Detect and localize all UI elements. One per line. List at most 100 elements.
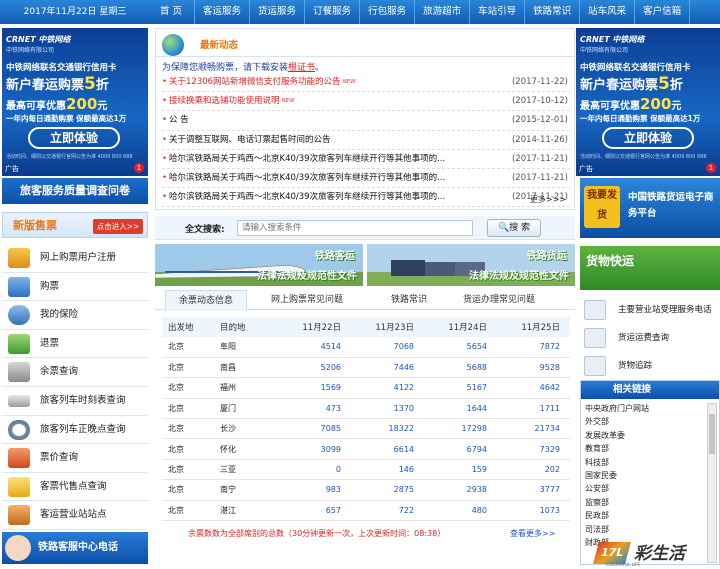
passenger-law-banner[interactable]: 铁路客运 法律法规及规范性文件 [155,244,363,286]
news-panel: 最新动态 为保障您顺畅购票，请下载安装根证书。 • 关于12306网站新增微信支付… [155,28,575,210]
shield-icon [8,305,30,326]
ad-line-2: 新户春运购票5折 [580,74,683,94]
link-item[interactable]: 发展改革委 [585,429,719,442]
table-row[interactable]: 北京 湛江 657 722 480 1073 [162,500,570,522]
ticket-icon [8,276,30,297]
ad-line-2: 新户春运购票5折 [6,74,109,94]
tab-railway-knowledge[interactable]: 铁路常识 [391,290,427,310]
train-icon [8,394,30,407]
menu-timetable[interactable]: 旅客列车时刻表查询 [2,387,148,416]
nav-freight-service[interactable]: 货运服务 [250,0,306,24]
news-list: • 关于12306网站新增微信支付服务功能的公告 NEW (2017-11-22) •… [162,73,570,208]
nav-travel-market[interactable]: 旅游超市 [415,0,471,24]
agent-avatar-icon [5,535,31,561]
freight-ecommerce-banner[interactable]: 我要发货 中国铁路货运电子商务平台 [580,178,720,238]
menu-freight-fee[interactable]: 货运运费查询 [580,324,720,352]
menu-refund[interactable]: 退票 [2,330,148,359]
ad-page-badge[interactable]: 1 [134,163,144,173]
ad-brand: CRNET 中铁网络 中铁网络有限公司 [6,35,71,54]
tab-online-faq[interactable]: 网上购票常见问题 [271,290,343,310]
ad-tag: 广告 [579,165,593,173]
nav-meal-service[interactable]: 订餐服务 [305,0,361,24]
menu-station-phones[interactable]: 主要营业站受理服务电话 [580,296,720,324]
freight-menu: 主要营业站受理服务电话 货运运费查询 货物追踪 [580,296,720,380]
nav-railway-knowledge[interactable]: 铁路常识 [525,0,581,24]
ad-line-3: 最高可享优惠200元 [580,95,682,113]
link-item[interactable]: 外交部 [585,415,719,428]
menu-cargo-tracking[interactable]: 货物追踪 [580,352,720,380]
menu-stations[interactable]: 客运营业站站点 [2,501,148,530]
nav-customer-mailbox[interactable]: 客户信箱 [635,0,691,24]
left-credit-card-ad[interactable]: CRNET 中铁网络 中铁网络有限公司 中铁网络联名交通银行信用卡 新户春运购票5… [2,28,148,176]
news-more-link[interactable]: 更多>>> [530,194,566,205]
nav-luggage-service[interactable]: 行包服务 [360,0,416,24]
menu-buy-ticket[interactable]: 购票 [2,273,148,302]
news-item[interactable]: • 关于12306网站新增微信支付服务功能的公告 NEW (2017-11-22) [162,73,570,93]
fare-icon [8,448,30,469]
news-item[interactable]: • 公 告 (2015-12-01) [162,111,570,131]
link-item[interactable]: 监察部 [585,496,719,509]
nav-station-guide[interactable]: 车站引导 [470,0,526,24]
survey-banner[interactable]: 旅客服务质量调查问卷 [2,178,148,204]
customer-hotline-banner[interactable]: 铁路客服中心电话 [2,532,148,564]
search-button[interactable]: 🔍搜 索 [487,219,541,237]
news-item[interactable]: • 哈尔滨铁路局关于鸡西～北京K40/39次旅客列车继续开行等其他事项的... (2… [162,188,570,208]
menu-user-register[interactable]: 网上购票用户注册 [2,244,148,273]
watermark-logo: 17L 彩生活 COLOURFUL LIFE [593,538,718,567]
link-item[interactable]: 教育部 [585,442,719,455]
news-item[interactable]: • 哈尔滨铁路局关于鸡西～北京K40/39次旅客列车继续开行等其他事项的... (2… [162,169,570,189]
ad-fine-print: 活动时间、细则以交通银行官网公告为准 4009 800 888 [580,154,707,160]
ticket-more-link[interactable]: 查看更多>> [510,528,555,539]
link-item[interactable]: 司法部 [585,523,719,536]
nav-passenger-service[interactable]: 客运服务 [195,0,251,24]
ad-try-now-button[interactable]: 立即体验 [28,127,120,149]
tab-remaining-tickets[interactable]: 余票动态信息 [165,290,247,311]
enter-new-ticketing-button[interactable]: 点击进入>> [93,219,143,234]
root-cert-link[interactable]: 根证书 [288,63,315,73]
table-row[interactable]: 北京 南宁 983 2875 2938 3777 [162,479,570,501]
main-nav: 首 页 客运服务 货运服务 订餐服务 行包服务 旅游超市 车站引导 铁路常识 站… [148,0,691,24]
clock-icon [8,419,30,440]
table-row[interactable]: 北京 福州 1569 4122 5167 4642 [162,377,570,399]
freight-platform-title: 中国铁路货运电子商务平台 [628,192,714,219]
nav-station-style[interactable]: 站车风采 [580,0,636,24]
ticket-update-note: 余票数数为全部席别的总数（30分钟更新一次，上次更新时间：08:38） [188,529,446,538]
search-bar: 全文搜索: 🔍搜 索 [155,216,575,240]
tab-freight-faq[interactable]: 货运办理常见问题 [463,290,535,310]
right-credit-card-ad[interactable]: CRNET 中铁网络 中铁网络有限公司 中铁网络联名交通银行信用卡 新户春运购票5… [576,28,720,176]
table-row[interactable]: 北京 南昌 5206 7446 5688 9528 [162,357,570,379]
freight-law-banner[interactable]: 铁路货运 法律法规及规范性文件 [367,244,575,286]
ad-line-1: 中铁网络联名交通银行信用卡 [6,63,117,73]
table-row[interactable]: 北京 怀化 3099 6614 6794 7329 [162,438,570,460]
express-freight-banner[interactable]: 货物快运 [580,246,720,290]
news-item[interactable]: • 哈尔滨铁路局关于鸡西～北京K40/39次旅客列车继续开行等其他事项的... (2… [162,150,570,169]
news-title: 最新动态 [200,40,239,51]
refund-icon [8,333,30,354]
menu-agency-outlets[interactable]: 客票代售点查询 [2,473,148,502]
logo-mark-icon: 17L [593,542,631,564]
cert-notice: 为保障您顺畅购票，请下载安装根证书。 [162,63,325,73]
link-item[interactable]: 国家民委 [585,469,719,482]
table-row[interactable]: 北京 厦门 473 1370 1644 1711 [162,398,570,420]
ad-page-badge[interactable]: 1 [706,163,716,173]
ad-try-now-button[interactable]: 立即体验 [602,127,694,149]
nav-home[interactable]: 首 页 [148,0,196,24]
station-icon [8,505,30,526]
menu-fare[interactable]: 票价查询 [2,444,148,473]
menu-punctuality[interactable]: 旅客列车正晚点查询 [2,416,148,445]
news-item[interactable]: • 接续换乘和选铺功能使用说明 NEW (2017-10-12) [162,92,570,112]
top-bar: 2017年11月22日 星期三 首 页 客运服务 货运服务 订餐服务 行包服务 … [0,0,720,24]
news-item[interactable]: • 关于调整互联网、电话订票起售时间的公告 (2014-11-26) [162,131,570,150]
table-row[interactable]: 北京 三亚 0 146 159 202 [162,459,570,481]
ad-line-1: 中铁网络联名交通银行信用卡 [580,63,691,73]
link-item[interactable]: 科技部 [585,456,719,469]
menu-remaining-tickets[interactable]: 余票查询 [2,358,148,387]
search-input[interactable] [237,220,473,236]
link-item[interactable]: 中央政府门户网站 [585,402,719,415]
table-row[interactable]: 北京 阜阳 4514 7068 5654 7872 [162,337,570,358]
link-item[interactable]: 公安部 [585,482,719,495]
menu-my-insurance[interactable]: 我的保险 [2,301,148,330]
link-item[interactable]: 民政部 [585,509,719,522]
related-links-title: 相关链接 [612,384,651,395]
table-row[interactable]: 北京 长沙 7085 18322 17298 21734 [162,418,570,440]
